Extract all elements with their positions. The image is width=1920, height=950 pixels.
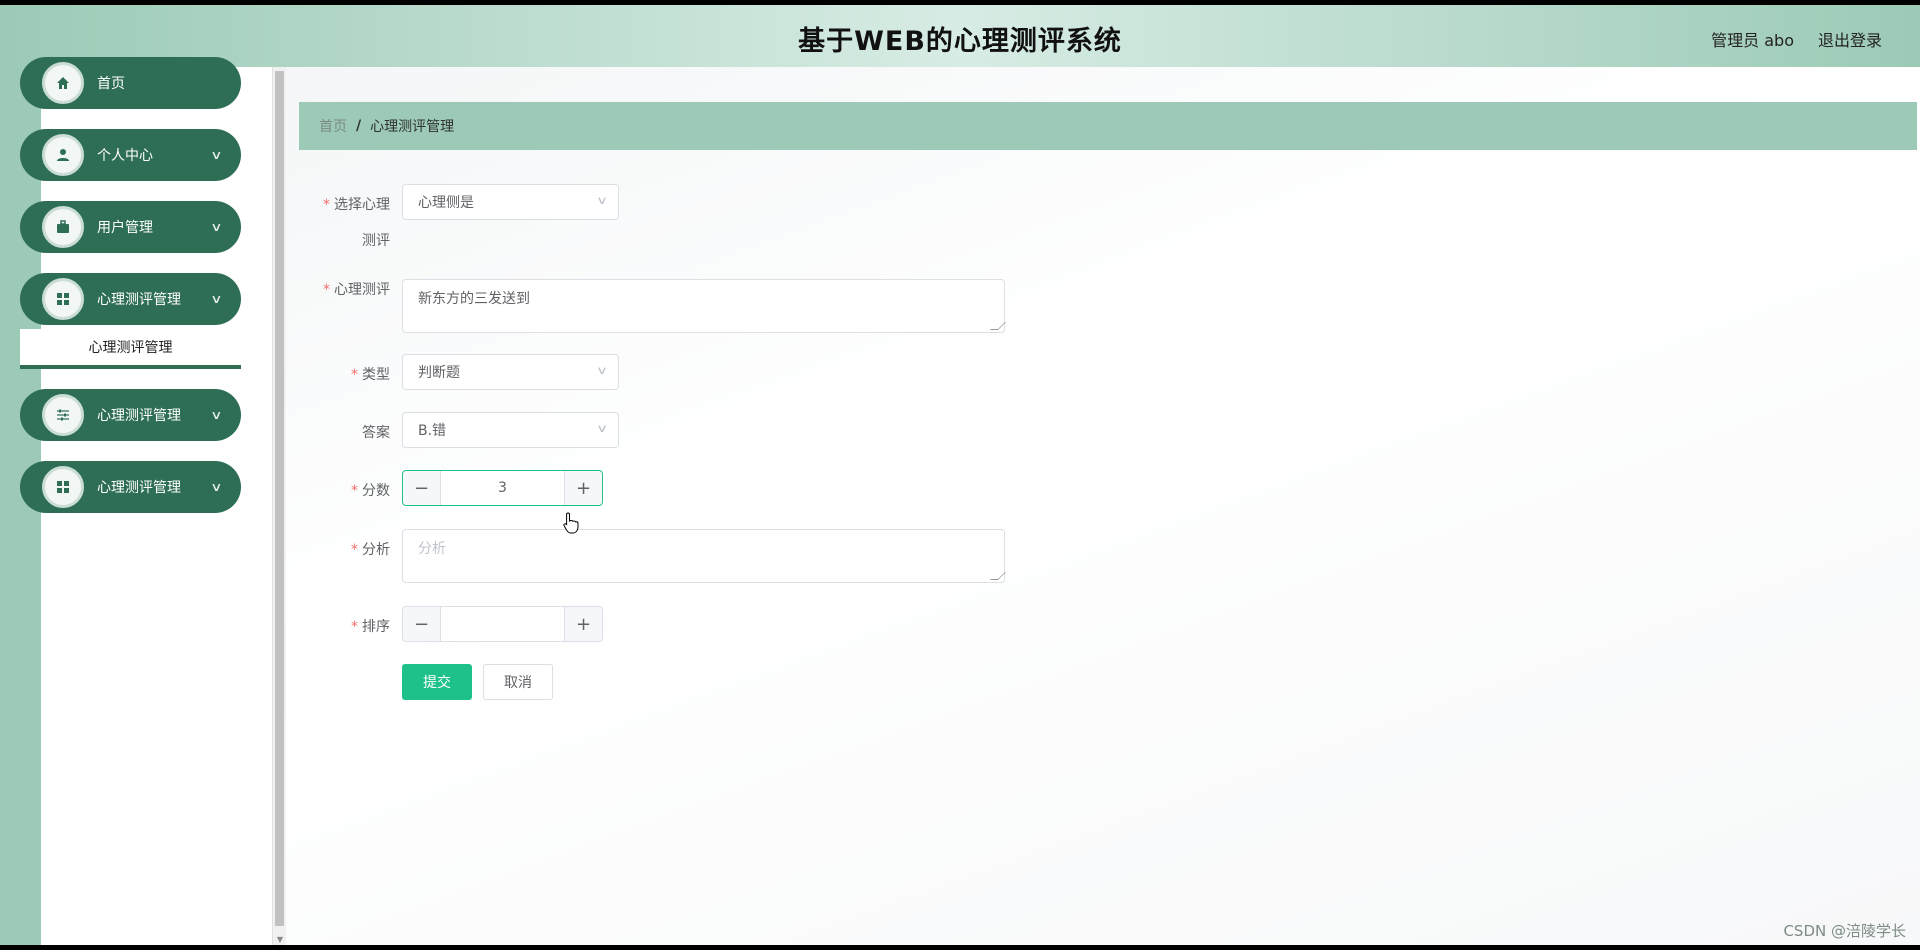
analysis-label: * 分析	[351, 542, 390, 558]
breadcrumb-current: 心理测评管理	[370, 119, 455, 135]
order-label: * 排序	[351, 619, 390, 635]
breadcrumb: 首页 / 心理测评管理	[299, 102, 1917, 150]
increment-button[interactable]: +	[564, 471, 602, 505]
sidebar-item-test-management-2[interactable]: 心理测评管理 ∨	[20, 389, 241, 441]
answer-label: 答案	[362, 425, 390, 441]
app-title: 基于WEB的心理测评系统	[798, 26, 1122, 57]
sidebar-item-home[interactable]: 首页	[20, 57, 241, 109]
admin-user-label[interactable]: 管理员 abo	[1711, 27, 1794, 51]
submit-button[interactable]: 提交	[402, 664, 472, 700]
chevron-down-icon: ∨	[210, 220, 223, 234]
header-actions: 管理员 abo 退出登录	[1711, 27, 1882, 51]
grid-icon	[42, 278, 84, 320]
scrollbar-thumb[interactable]	[275, 71, 284, 926]
decrement-button[interactable]: −	[403, 471, 441, 505]
sidebar-item-label: 心理测评管理	[97, 480, 181, 496]
main-content: 首页 / 心理测评管理 * 选择心理 测评 心理侧是 ∨ * 心理测评 新东方的三发…	[286, 67, 1920, 945]
score-label: * 分数	[351, 483, 390, 499]
sidebar: 首页 个人中心 ∨ 用户管理 ∨ 心理测评管理 ∨ 心理测评管理 心理测评管理 …	[0, 57, 272, 945]
chevron-down-icon: ∨	[210, 480, 223, 494]
cancel-button[interactable]: 取消	[483, 664, 553, 700]
hand-cursor-icon	[563, 512, 579, 534]
breadcrumb-home[interactable]: 首页	[319, 116, 347, 136]
sidebar-item-label: 用户管理	[97, 220, 153, 236]
sliders-icon	[42, 394, 84, 436]
type-label: * 类型	[351, 367, 390, 383]
chevron-down-icon: ∨	[595, 364, 609, 377]
chevron-down-icon: ∨	[210, 292, 223, 306]
sidebar-item-test-management-3[interactable]: 心理测评管理 ∨	[20, 461, 241, 513]
sidebar-item-test-management-1[interactable]: 心理测评管理 ∨	[20, 273, 241, 325]
resize-handle-icon[interactable]	[990, 322, 1006, 330]
watermark: CSDN @涪陵学长	[1783, 922, 1906, 940]
decrement-button[interactable]: −	[403, 607, 441, 641]
select-test-label: * 选择心理 测评	[323, 197, 390, 249]
app-window: 基于WEB的心理测评系统 管理员 abo 退出登录 首页 个人中心 ∨ 用户管理	[0, 5, 1920, 945]
analysis-textarea[interactable]: 分析	[402, 529, 1006, 583]
score-stepper[interactable]: − 3 +	[402, 470, 603, 506]
top-header: 基于WEB的心理测评系统 管理员 abo 退出登录	[0, 5, 1920, 67]
test-content-label: * 心理测评	[323, 282, 390, 298]
chevron-down-icon: ∨	[210, 148, 223, 162]
sidebar-item-personal-center[interactable]: 个人中心 ∨	[20, 129, 241, 181]
test-content-textarea[interactable]: 新东方的三发送到	[402, 279, 1006, 333]
submenu-item-test-management[interactable]: 心理测评管理	[20, 329, 241, 369]
answer-dropdown[interactable]: B.错 ∨	[402, 412, 619, 448]
breadcrumb-separator: /	[356, 118, 362, 134]
sidebar-item-label: 心理测评管理	[97, 292, 181, 308]
user-icon	[42, 134, 84, 176]
chevron-down-icon: ∨	[595, 194, 609, 207]
sidebar-item-label: 个人中心	[97, 148, 153, 164]
sidebar-scrollbar[interactable]: ▼	[272, 67, 286, 945]
type-dropdown[interactable]: 判断题 ∨	[402, 354, 619, 390]
home-icon	[42, 62, 84, 104]
resize-handle-icon[interactable]	[990, 572, 1006, 580]
order-stepper[interactable]: − +	[402, 606, 603, 642]
sidebar-item-label: 心理测评管理	[97, 408, 181, 424]
select-test-dropdown[interactable]: 心理侧是 ∨	[402, 184, 619, 220]
chevron-down-icon: ∨	[595, 422, 609, 435]
scroll-down-arrow-icon[interactable]: ▼	[275, 935, 285, 945]
briefcase-icon	[42, 206, 84, 248]
logout-link[interactable]: 退出登录	[1818, 27, 1882, 51]
sidebar-item-user-management[interactable]: 用户管理 ∨	[20, 201, 241, 253]
score-value[interactable]: 3	[441, 471, 564, 505]
grid-icon	[42, 466, 84, 508]
order-value[interactable]	[441, 607, 564, 641]
sidebar-item-label: 首页	[97, 76, 125, 92]
chevron-down-icon: ∨	[210, 408, 223, 422]
increment-button[interactable]: +	[564, 607, 602, 641]
